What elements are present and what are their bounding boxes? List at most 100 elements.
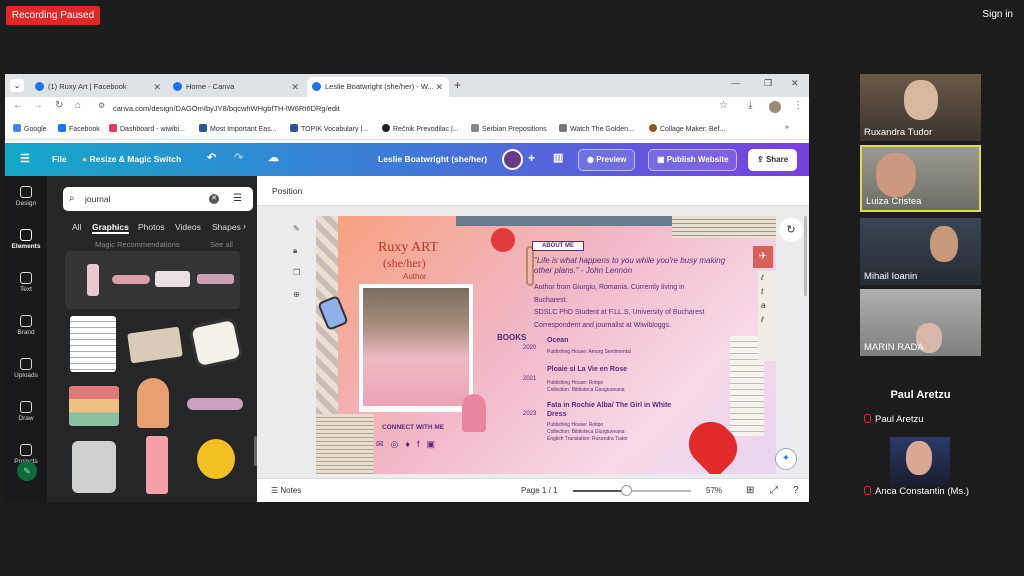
tab-canva-design[interactable]: Leslie Boatwright (she/her) - W... ✕ — [307, 77, 449, 97]
publish-website-button[interactable]: ▣ Publish Website — [648, 149, 738, 171]
zoom-slider[interactable] — [573, 485, 691, 496]
recording-paused-badge[interactable]: Recording Paused — [6, 6, 100, 25]
tab-facebook[interactable]: (1) Ruxy Art | Facebook ✕ — [30, 77, 167, 97]
new-tab-button[interactable]: + — [454, 78, 461, 92]
rail-elements[interactable]: Elements — [5, 229, 47, 250]
magic-assistant-icon[interactable]: ✦ — [775, 448, 797, 470]
bookmark-serbian[interactable]: Serbian Prepositions — [471, 124, 547, 133]
zoom-slider-handle[interactable] — [621, 485, 633, 496]
page-indicator[interactable]: Page 1 / 1 — [521, 479, 557, 502]
filter-icon[interactable]: ☰ — [233, 187, 242, 211]
grid-view-icon[interactable]: ⊞ — [746, 479, 754, 502]
forward-icon[interactable]: → — [33, 100, 43, 111]
twitter-icon[interactable]: ♦ — [405, 439, 417, 449]
author-pronouns[interactable]: (she/her) — [383, 256, 426, 271]
fullscreen-icon[interactable]: ⤢ — [770, 479, 778, 502]
books-heading[interactable]: BOOKS — [497, 333, 526, 342]
about-me-label[interactable]: ABOUT ME — [532, 241, 584, 251]
notes-button[interactable]: ☰ Notes — [271, 479, 301, 502]
camera-sticker-graphic[interactable] — [187, 316, 245, 370]
rail-uploads[interactable]: Uploads — [5, 358, 47, 379]
graphic-thumb[interactable] — [155, 271, 190, 287]
tab-videos[interactable]: Videos — [175, 222, 201, 232]
close-icon[interactable]: ✕ — [153, 77, 161, 97]
search-input[interactable]: ⌕ journal ✕ ☰ — [63, 187, 253, 211]
graphic-thumb[interactable] — [87, 264, 99, 296]
file-menu[interactable]: File — [52, 154, 67, 164]
minimize-button[interactable]: — — [731, 78, 740, 88]
help-icon[interactable]: ? — [793, 479, 799, 502]
participant-tile-active[interactable]: Luiza Cristea — [860, 145, 981, 212]
pushpin-graphic[interactable] — [197, 439, 235, 479]
about-quote[interactable]: "Life is what happens to you while you'r… — [534, 256, 744, 276]
rail-text[interactable]: Text — [5, 272, 47, 293]
bookmark-star-icon[interactable]: ☆ — [719, 100, 728, 111]
see-all-link[interactable]: See all — [210, 240, 233, 249]
clear-search-icon[interactable]: ✕ — [209, 194, 219, 204]
download-icon[interactable]: ⤓ — [748, 100, 752, 111]
close-icon[interactable]: ✕ — [291, 77, 299, 97]
share-button[interactable]: ⇪ Share — [748, 149, 798, 171]
tab-shapes[interactable]: Shapes — [212, 222, 241, 232]
bookmark-most-important[interactable]: Most Important Eas... — [199, 124, 277, 133]
tab-all[interactable]: All — [72, 222, 81, 232]
magic-draw-button[interactable]: ✎ — [17, 461, 37, 481]
maximize-button[interactable]: ❐ — [764, 78, 772, 89]
bio-block[interactable]: Author from Giurgiu, Romania. Currently … — [534, 282, 754, 332]
participant-tile[interactable]: Anca Constantin (Ms.) — [860, 433, 981, 500]
bookmark-golden[interactable]: Watch The Golden... — [559, 124, 634, 133]
preview-button[interactable]: ◉ Preview — [578, 149, 636, 171]
bookmark-google[interactable]: Google — [13, 124, 47, 133]
resize-magic-button[interactable]: ● Resize & Magic Switch — [82, 154, 181, 164]
ribbon-bookmark-graphic[interactable] — [146, 436, 168, 494]
instagram-icon[interactable]: ◎ — [391, 439, 406, 449]
author-name[interactable]: Ruxy ART — [378, 240, 438, 256]
duplicate-icon[interactable]: ❐ — [293, 262, 307, 284]
design-title[interactable]: Leslie Boatwright (she/her) — [378, 154, 487, 164]
tab-list-icon[interactable]: ⌄ — [10, 79, 24, 92]
refresh-icon[interactable]: ↻ — [779, 218, 803, 242]
facebook-icon[interactable]: f — [417, 439, 427, 449]
participant-tile[interactable]: Ruxandra Tudor — [860, 74, 981, 141]
books-stack-graphic[interactable] — [69, 386, 119, 426]
tab-graphics[interactable]: Graphics — [92, 222, 129, 234]
insights-icon[interactable]: ▥ — [553, 151, 563, 164]
redo-icon[interactable]: ↷ — [234, 151, 243, 164]
reload-icon[interactable]: ↻ — [55, 100, 63, 111]
site-info-icon[interactable]: ⚙ — [98, 101, 105, 110]
tab-canva-home[interactable]: Home - Canva ✕ — [168, 77, 305, 97]
hamburger-icon[interactable]: ☰ — [20, 152, 30, 165]
menu-icon[interactable]: ⋮ — [793, 100, 803, 111]
pink-circles-graphic[interactable] — [187, 398, 243, 410]
tabs-next-icon[interactable]: › — [243, 221, 246, 231]
notes-icon[interactable]: ✎ — [293, 218, 307, 240]
lock-icon[interactable]: 🔒︎ — [293, 240, 307, 262]
flowers-graphic[interactable] — [137, 378, 169, 428]
rail-design[interactable]: Design — [5, 186, 47, 207]
add-page-icon[interactable]: ⊕ — [293, 284, 307, 306]
close-icon[interactable]: ✕ — [435, 77, 443, 97]
participant-tile[interactable]: MARIN RADA — [860, 289, 981, 356]
graphic-thumb[interactable] — [112, 275, 150, 284]
linkedin-icon[interactable]: ▣ — [427, 439, 443, 449]
book-title[interactable]: Fata in Rochie Alba/ The Girl in White D… — [547, 401, 687, 419]
canvas-scrollbar[interactable] — [804, 216, 807, 296]
author-role[interactable]: Author — [403, 272, 427, 281]
cloud-save-icon[interactable]: ☁ — [268, 151, 279, 164]
collaborator-avatar[interactable] — [502, 149, 523, 170]
rail-draw[interactable]: Draw — [5, 401, 47, 422]
bookmark-recnik[interactable]: Rečnik Prevodilac |... — [382, 124, 459, 133]
sign-in-link[interactable]: Sign in — [982, 9, 1013, 20]
participant-tile[interactable]: Mihail Ioanin — [860, 218, 981, 285]
rail-brand[interactable]: Brand — [5, 315, 47, 336]
profile-avatar[interactable] — [769, 101, 781, 113]
home-icon[interactable]: ⌂ — [75, 100, 81, 111]
torn-paper-graphic[interactable] — [127, 326, 183, 364]
position-button[interactable]: Position — [272, 186, 302, 196]
undo-icon[interactable]: ↶ — [207, 151, 216, 164]
bookmark-topik[interactable]: TOPIK Vocabulary |... — [290, 124, 368, 133]
back-icon[interactable]: ← — [13, 100, 23, 111]
zoom-level[interactable]: 57% — [706, 479, 722, 502]
participant-tile-no-video[interactable]: Paul Aretzu Paul Aretzu — [860, 361, 981, 428]
bookmark-facebook[interactable]: Facebook — [58, 124, 100, 133]
